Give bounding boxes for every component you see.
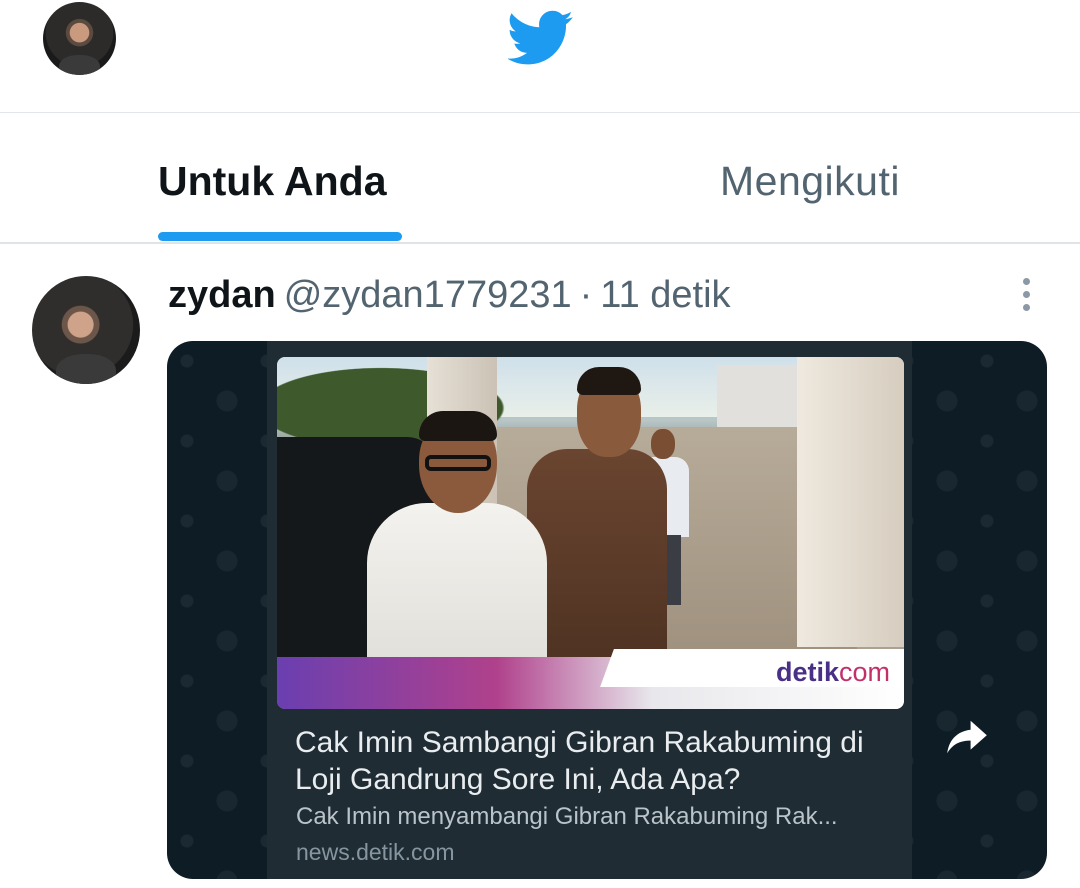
separator-dot: · [579, 274, 593, 316]
twitter-bird-icon[interactable] [508, 10, 574, 66]
detikcom-logo: detikcom [775, 657, 890, 687]
author-handle[interactable]: @zydan1779231 [284, 274, 572, 316]
tweet-media[interactable]: detikcom Cak Imin Sambangi Gibran Rakabu… [167, 341, 1047, 879]
profile-avatar[interactable] [43, 2, 116, 75]
author-name[interactable]: zydan [168, 274, 276, 316]
link-domain: news.detik.com [296, 839, 455, 865]
tabs-divider [0, 242, 1080, 244]
tweet-author-avatar[interactable] [32, 276, 140, 384]
more-vertical-icon[interactable] [1016, 278, 1036, 312]
tab-for-you[interactable]: Untuk Anda [158, 158, 387, 205]
link-title: Cak Imin Sambangi Gibran Rakabuming di L… [295, 726, 864, 796]
forward-arrow-icon [947, 720, 987, 754]
news-photo: detikcom [277, 357, 904, 709]
active-tab-indicator [158, 232, 402, 241]
link-description: Cak Imin menyambangi Gibran Rakabuming R… [296, 803, 838, 830]
tab-following[interactable]: Mengikuti [720, 158, 900, 205]
tweet-header: zydan @zydan1779231 · 11 detik [168, 274, 731, 320]
top-bar [0, 0, 1080, 112]
tweet-timestamp[interactable]: 11 detik [600, 274, 730, 316]
timeline-tabs: Untuk Anda Mengikuti [0, 113, 1080, 243]
